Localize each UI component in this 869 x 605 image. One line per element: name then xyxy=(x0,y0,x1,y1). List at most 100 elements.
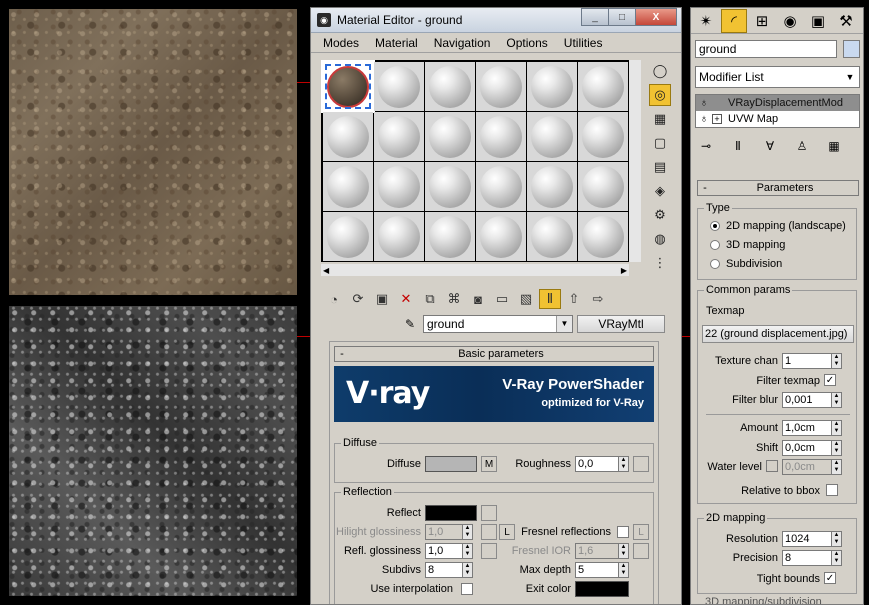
show-map-in-viewport-icon[interactable]: ▧ xyxy=(515,289,537,309)
sample-slot[interactable] xyxy=(323,162,373,211)
select-by-material-icon[interactable]: ◍ xyxy=(649,228,671,250)
make-unique-icon[interactable]: ∀ xyxy=(759,137,781,155)
sample-slot[interactable] xyxy=(578,212,628,261)
use-interpolation-checkbox[interactable] xyxy=(461,583,473,595)
refl-glossiness-value[interactable]: 1,0 xyxy=(425,543,463,559)
sample-slot[interactable] xyxy=(323,112,373,161)
tight-bounds-checkbox[interactable]: ✓ xyxy=(824,572,836,584)
sample-slot[interactable] xyxy=(374,62,424,111)
subdivs-value[interactable]: 8 xyxy=(425,562,463,578)
amount-value[interactable]: 1,0cm xyxy=(782,420,832,436)
go-forward-sibling-icon[interactable]: ⇨ xyxy=(587,289,609,309)
motion-tab-icon[interactable]: ◉ xyxy=(777,9,803,33)
stack-item-vraydisplacement[interactable]: ♁ VRayDisplacementMod xyxy=(696,95,859,111)
menu-material[interactable]: Material xyxy=(367,36,426,50)
texture-chan-spinner[interactable]: 1 ▲ ▼ xyxy=(782,353,842,369)
video-color-check-icon[interactable]: ▤ xyxy=(649,156,671,178)
spinner-arrows-icon[interactable]: ▲ ▼ xyxy=(832,353,842,369)
put-to-scene-icon[interactable]: ⟳ xyxy=(347,289,369,309)
radio-3d-mapping[interactable] xyxy=(710,240,720,250)
fresnel-ior-map-button[interactable] xyxy=(633,543,649,559)
water-level-checkbox[interactable] xyxy=(766,460,778,472)
stack-item-uvw-map[interactable]: ♁ + UVW Map xyxy=(696,111,859,127)
spinner-arrows-icon[interactable]: ▲ ▼ xyxy=(832,440,842,456)
bulb-icon[interactable]: ♁ xyxy=(696,97,712,109)
hilight-map-button[interactable] xyxy=(481,524,497,540)
show-end-result-icon[interactable]: Ⅱ xyxy=(727,137,749,155)
subdivs-spinner[interactable]: 8 ▲ ▼ xyxy=(425,562,473,578)
filter-texmap-checkbox[interactable]: ✓ xyxy=(824,374,836,386)
max-depth-value[interactable]: 5 xyxy=(575,562,619,578)
sample-slot[interactable] xyxy=(476,212,526,261)
shift-spinner[interactable]: 0,0cm ▲ ▼ xyxy=(782,440,842,456)
maximize-button[interactable]: □ xyxy=(608,8,636,26)
sample-slot[interactable] xyxy=(425,212,475,261)
resolution-value[interactable]: 1024 xyxy=(782,531,832,547)
sample-slot[interactable] xyxy=(527,212,577,261)
sample-slot[interactable] xyxy=(374,162,424,211)
eyedropper-icon[interactable]: ✎ xyxy=(401,315,419,333)
radio-subdivision[interactable] xyxy=(710,259,720,269)
sample-slot[interactable] xyxy=(527,62,577,111)
background-checker-icon[interactable]: ▦ xyxy=(649,108,671,130)
options-icon[interactable]: ⚙ xyxy=(649,204,671,226)
spinner-arrows-icon[interactable]: ▲ ▼ xyxy=(619,562,629,578)
precision-value[interactable]: 8 xyxy=(782,550,832,566)
refl-glossiness-map-button[interactable] xyxy=(481,543,497,559)
bulb-icon[interactable]: ♁ xyxy=(696,113,712,125)
material-id-channel-icon[interactable]: ▭ xyxy=(491,289,513,309)
make-copy-icon[interactable]: ⧉ xyxy=(419,289,441,309)
slots-horizontal-scrollbar[interactable]: ◀ ▶ xyxy=(321,264,629,276)
roughness-map-button[interactable] xyxy=(633,456,649,472)
filter-blur-spinner[interactable]: 0,001 ▲ ▼ xyxy=(782,392,842,408)
menu-modes[interactable]: Modes xyxy=(315,36,367,50)
menu-navigation[interactable]: Navigation xyxy=(426,36,499,50)
max-depth-spinner[interactable]: 5 ▲ ▼ xyxy=(575,562,629,578)
spinner-arrows-icon[interactable]: ▲ ▼ xyxy=(832,459,842,475)
hilight-glossiness-value[interactable]: 1,0 xyxy=(425,524,463,540)
resolution-spinner[interactable]: 1024 ▲ ▼ xyxy=(782,531,842,547)
close-button[interactable]: X xyxy=(635,8,677,26)
spinner-arrows-icon[interactable]: ▲ ▼ xyxy=(832,550,842,566)
assign-to-selection-icon[interactable]: ▣ xyxy=(371,289,393,309)
spinner-arrows-icon[interactable]: ▲ ▼ xyxy=(832,531,842,547)
object-name-field[interactable]: ground xyxy=(695,40,837,58)
spinner-arrows-icon[interactable]: ▲ ▼ xyxy=(463,562,473,578)
material-name-field[interactable]: ground ▼ xyxy=(423,315,573,333)
pin-stack-icon[interactable]: ⊸ xyxy=(695,137,717,155)
fresnel-ior-value[interactable]: 1,6 xyxy=(575,543,619,559)
spinner-arrows-icon[interactable]: ▲ ▼ xyxy=(619,456,629,472)
chevron-down-icon[interactable]: ▼ xyxy=(556,316,572,332)
sample-slot[interactable] xyxy=(323,212,373,261)
exit-color-swatch[interactable] xyxy=(575,581,629,597)
sample-slot[interactable] xyxy=(425,62,475,111)
roughness-value[interactable]: 0,0 xyxy=(575,456,619,472)
slots-vertical-scrollbar[interactable] xyxy=(629,60,641,262)
remove-modifier-icon[interactable]: ♙ xyxy=(791,137,813,155)
diffuse-color-swatch[interactable] xyxy=(425,456,477,472)
spinner-arrows-icon[interactable]: ▲ ▼ xyxy=(832,392,842,408)
sample-slot[interactable] xyxy=(578,112,628,161)
hierarchy-tab-icon[interactable]: ⊞ xyxy=(749,9,775,33)
material-navigator-icon[interactable]: ⋮ xyxy=(649,252,671,274)
sample-slot[interactable] xyxy=(374,112,424,161)
sample-slot[interactable] xyxy=(425,162,475,211)
water-level-value[interactable]: 0,0cm xyxy=(782,459,832,475)
display-tab-icon[interactable]: ▣ xyxy=(805,9,831,33)
sample-slot[interactable] xyxy=(527,162,577,211)
chevron-down-icon[interactable]: ▼ xyxy=(841,67,859,87)
title-bar[interactable]: ◉ Material Editor - ground _ □ X xyxy=(311,8,681,33)
fresnel-ior-spinner[interactable]: 1,6 ▲ ▼ xyxy=(575,543,629,559)
sample-slot[interactable] xyxy=(476,62,526,111)
hilight-lock-button[interactable]: L xyxy=(499,524,515,540)
texture-chan-value[interactable]: 1 xyxy=(782,353,832,369)
create-tab-icon[interactable]: ✴ xyxy=(693,9,719,33)
reflect-map-button[interactable] xyxy=(481,505,497,521)
filter-blur-value[interactable]: 0,001 xyxy=(782,392,832,408)
object-color-swatch[interactable] xyxy=(843,40,860,58)
fresnel-lock-button[interactable]: L xyxy=(633,524,649,540)
spinner-arrows-icon[interactable]: ▲ ▼ xyxy=(463,524,473,540)
water-level-spinner[interactable]: 0,0cm ▲ ▼ xyxy=(782,459,842,475)
sample-slot[interactable] xyxy=(476,112,526,161)
modifier-list-dropdown[interactable]: Modifier List ▼ xyxy=(695,66,860,88)
